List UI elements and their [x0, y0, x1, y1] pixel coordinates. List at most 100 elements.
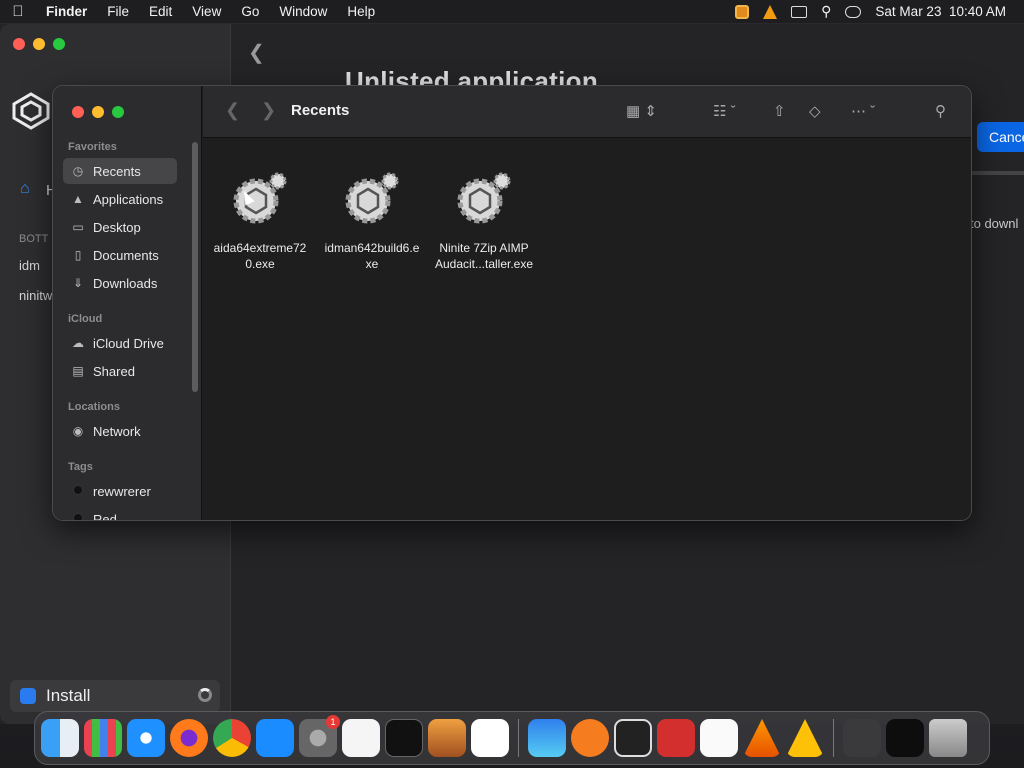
installer-app-icon[interactable] — [614, 719, 652, 757]
menu-go[interactable]: Go — [231, 4, 269, 19]
screenshot-folder-icon[interactable] — [843, 719, 881, 757]
installer-app-icon — [20, 688, 36, 704]
sidebar-item-downloads[interactable]: ⇓ Downloads — [63, 270, 177, 296]
document-icon: ▯ — [74, 248, 82, 262]
icloud-header: iCloud — [68, 313, 103, 325]
firefox-icon[interactable] — [170, 719, 208, 757]
app-store-icon[interactable] — [256, 719, 294, 757]
file-name-line2: 0.exe — [245, 257, 275, 271]
sidebar-item-label: Desktop — [93, 219, 141, 235]
share-icon[interactable]: ⇧ — [773, 102, 786, 120]
control-center-icon[interactable] — [845, 5, 862, 18]
vlc-icon[interactable] — [743, 719, 781, 757]
more-actions-icon[interactable]: ⋯ ˇ — [851, 102, 875, 120]
apple-menu-icon[interactable]:  — [0, 3, 36, 20]
cloud-icon: ☁ — [72, 336, 84, 350]
desktop-folder-icon[interactable] — [886, 719, 924, 757]
locations-header: Locations — [68, 401, 120, 413]
sidebar-scrollbar[interactable] — [192, 142, 198, 392]
dock: 1 — [34, 711, 990, 765]
sidebar-item-idm[interactable]: idm — [19, 258, 40, 273]
window-manager-icon[interactable] — [791, 5, 808, 18]
sidebar-item-icloud-drive[interactable]: ☁ iCloud Drive — [63, 330, 177, 356]
status-app-icon[interactable] — [735, 4, 750, 19]
file-name: aida64extreme72 0.exe — [207, 240, 313, 272]
garageband-icon[interactable] — [428, 719, 466, 757]
terminal-icon[interactable] — [385, 719, 423, 757]
back-chevron-icon[interactable]: ❮ — [248, 40, 265, 65]
chrome-icon[interactable] — [213, 719, 251, 757]
sidebar-item-desktop[interactable]: ▭ Desktop — [63, 214, 177, 240]
file-name: Ninite 7Zip AIMP Audacit...taller.exe — [431, 240, 537, 272]
file-name: idman642build6.e xe — [319, 240, 425, 272]
search-icon[interactable]: ⚲ — [935, 102, 946, 120]
tags-header: Tags — [68, 461, 93, 473]
file-item[interactable]: Ninite 7Zip AIMP Audacit...taller.exe — [431, 169, 537, 272]
window-title: Recents — [291, 102, 350, 119]
menu-bar:  Finder File Edit View Go Window Help ⚲… — [0, 0, 1024, 23]
applications-icon: ▲ — [72, 192, 84, 206]
spotlight-search-icon[interactable]: ⚲ — [821, 3, 831, 20]
sidebar-item-label: rewwrerer — [93, 483, 151, 499]
trash-icon[interactable] — [929, 719, 967, 757]
finder-toolbar: ❮ ❯ Recents ▦ ⇕ ☷ ˇ ⇧ ◇ ⋯ ˇ ⚲ — [203, 86, 971, 138]
icon-view-icon[interactable]: ▦ ⇕ — [626, 102, 657, 120]
tag-icon[interactable]: ◇ — [809, 102, 821, 120]
system-settings-icon[interactable]: 1 — [299, 715, 340, 757]
sidebar-item-recents[interactable]: ◷ Recents — [63, 158, 177, 184]
file-name-line1: aida64extreme72 — [213, 241, 307, 255]
calendar-icon[interactable] — [700, 719, 738, 757]
menu-clock[interactable]: Sat Mar 23 10:40 AM — [875, 4, 1006, 19]
cancel-button[interactable]: Cance — [977, 122, 1024, 152]
sidebar-item-applications[interactable]: ▲ Applications — [63, 186, 177, 212]
group-by-icon[interactable]: ☷ ˇ — [713, 102, 736, 120]
menu-file[interactable]: File — [97, 4, 139, 19]
sidebar-item-label: Red — [93, 511, 117, 521]
sidebar-item-documents[interactable]: ▯ Documents — [63, 242, 177, 268]
file-name-line1: Ninite 7Zip AIMP — [439, 241, 529, 255]
file-item[interactable]: aida64extreme72 0.exe — [207, 169, 313, 272]
sidebar-item-label: Network — [93, 423, 141, 439]
menu-window[interactable]: Window — [269, 4, 337, 19]
sidebar-item-label: Documents — [93, 247, 159, 263]
sidebar-item-label: Recents — [93, 163, 141, 179]
vlc-status-icon[interactable] — [763, 4, 778, 19]
install-button[interactable]: Install — [10, 680, 220, 712]
close-button[interactable] — [72, 106, 84, 118]
safari-icon[interactable] — [127, 719, 165, 757]
minimize-button[interactable] — [33, 38, 45, 50]
sidebar-item-ninite[interactable]: ninitw — [19, 288, 52, 303]
loading-spinner-icon — [198, 688, 212, 702]
menu-app-name[interactable]: Finder — [36, 4, 97, 19]
tag-dot-icon — [73, 485, 83, 495]
zoom-button[interactable] — [112, 106, 124, 118]
aip-icon[interactable] — [786, 719, 824, 757]
minimize-button[interactable] — [92, 106, 104, 118]
finder-window: Favorites ◷ Recents ▲ Applications ▭ Deskto… — [52, 85, 972, 521]
sidebar-tag-rewwrerer[interactable]: rewwrerer — [63, 478, 177, 504]
clock-icon: ◷ — [72, 164, 84, 178]
forward-arrow-icon[interactable]: ❯ — [261, 100, 276, 121]
download-icon: ⇓ — [72, 276, 84, 290]
textedit-icon[interactable] — [342, 719, 380, 757]
sidebar-tag-red[interactable]: Red — [63, 506, 177, 521]
screen-recorder-icon[interactable] — [571, 719, 609, 757]
sidebar-item-shared[interactable]: ▤ Shared — [63, 358, 177, 384]
close-button[interactable] — [13, 38, 25, 50]
menu-help[interactable]: Help — [337, 4, 385, 19]
photo-booth-icon[interactable] — [657, 719, 695, 757]
installer-logo-icon — [12, 92, 50, 130]
cloud-app-icon[interactable] — [528, 719, 566, 757]
file-item[interactable]: idman642build6.e xe — [319, 169, 425, 272]
menu-edit[interactable]: Edit — [139, 4, 182, 19]
zoom-button[interactable] — [53, 38, 65, 50]
sidebar-item-network[interactable]: ◉ Network — [63, 418, 177, 444]
menu-view[interactable]: View — [182, 4, 231, 19]
finder-icon[interactable] — [41, 719, 79, 757]
home-icon[interactable]: ⌂ — [20, 180, 30, 198]
file-name-line2: xe — [365, 257, 379, 271]
vscode-icon[interactable] — [471, 719, 509, 757]
install-label: Install — [46, 686, 91, 705]
back-arrow-icon[interactable]: ❮ — [225, 100, 240, 121]
launchpad-icon[interactable] — [84, 719, 122, 757]
